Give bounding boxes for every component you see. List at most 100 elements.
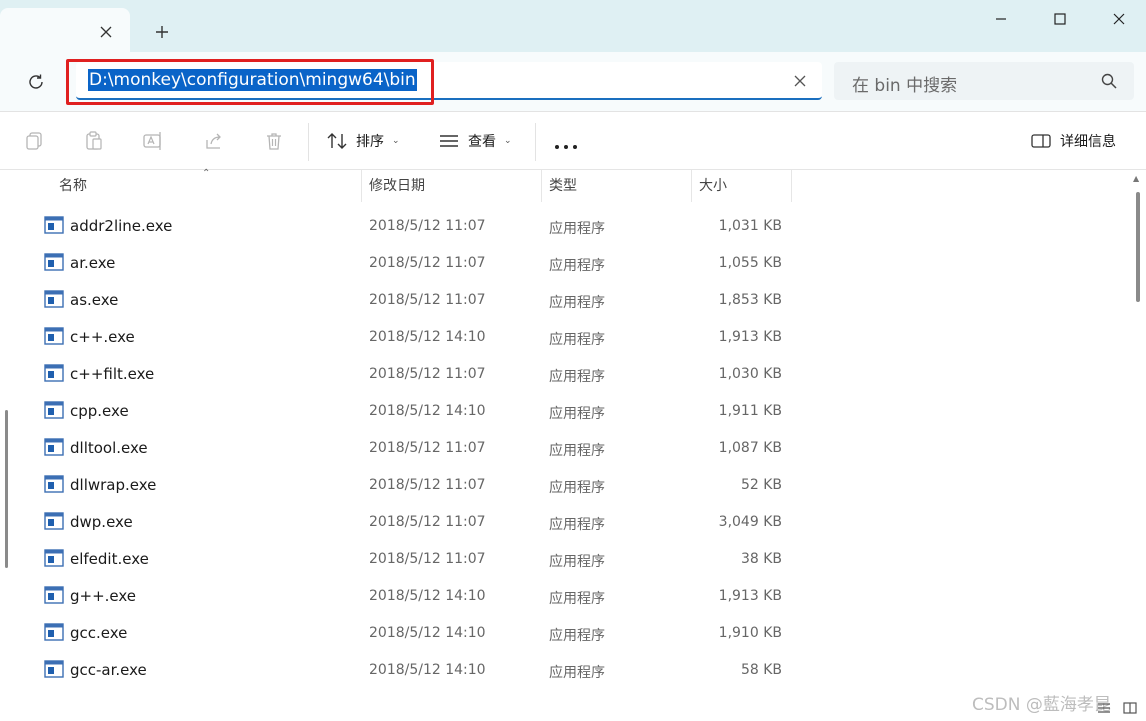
details-label: 详细信息 (1060, 134, 1116, 150)
navigation-pane-scrollbar[interactable] (5, 410, 8, 568)
file-modified-date: 2018/5/12 11:07 (369, 292, 486, 308)
search-box[interactable]: 在 bin 中搜索 (834, 62, 1134, 100)
file-row[interactable]: as.exe 2018/5/12 11:07 应用程序 1,853 KB (16, 282, 806, 319)
file-row[interactable]: c++filt.exe 2018/5/12 11:07 应用程序 1,030 KB (16, 356, 806, 393)
column-divider[interactable] (691, 170, 692, 202)
address-row: D:\monkey\configuration\mingw64\bin 在 bi… (0, 52, 1146, 112)
vertical-scrollbar-thumb[interactable] (1136, 192, 1140, 302)
file-type: 应用程序 (549, 480, 605, 496)
column-header-date[interactable]: 修改日期 (369, 170, 425, 202)
copy-icon[interactable] (22, 129, 46, 153)
file-row[interactable]: dllwrap.exe 2018/5/12 11:07 应用程序 52 KB (16, 467, 806, 504)
file-type: 应用程序 (549, 665, 605, 681)
file-list: ⌃ 名称 修改日期 类型 大小 addr2line.exe 2018/5/12 1… (16, 168, 1130, 694)
delete-icon[interactable] (262, 129, 286, 153)
file-size: 1,031 KB (718, 218, 782, 234)
file-name: gcc.exe (70, 624, 128, 642)
file-modified-date: 2018/5/12 11:07 (369, 218, 486, 234)
plus-icon[interactable] (150, 20, 174, 44)
application-file-icon (44, 549, 64, 567)
file-size: 1,913 KB (718, 588, 782, 604)
file-row[interactable]: gcc.exe 2018/5/12 14:10 应用程序 1,910 KB (16, 615, 806, 652)
file-size: 1,030 KB (718, 366, 782, 382)
more-icon (555, 145, 577, 149)
toolbar-divider (308, 123, 309, 161)
close-icon[interactable] (790, 71, 810, 91)
file-row[interactable]: c++.exe 2018/5/12 14:10 应用程序 1,913 KB (16, 319, 806, 356)
file-modified-date: 2018/5/12 14:10 (369, 625, 486, 641)
file-size: 1,087 KB (718, 440, 782, 456)
file-row[interactable]: cpp.exe 2018/5/12 14:10 应用程序 1,911 KB (16, 393, 806, 430)
close-icon[interactable] (94, 20, 118, 44)
file-type: 应用程序 (549, 554, 605, 570)
application-file-icon (44, 475, 64, 493)
application-file-icon (44, 401, 64, 419)
file-size: 38 KB (740, 551, 782, 567)
file-name: c++filt.exe (70, 365, 155, 383)
file-size: 1,055 KB (718, 255, 782, 271)
toolbar-divider (535, 123, 536, 161)
file-name: c++.exe (70, 328, 135, 346)
application-file-icon (44, 364, 64, 382)
column-divider[interactable] (361, 170, 362, 202)
application-file-icon (44, 327, 64, 345)
file-size: 1,853 KB (718, 292, 782, 308)
sort-button[interactable]: 排序 ⌄ (326, 127, 400, 155)
file-row[interactable]: gcc-ar.exe 2018/5/12 14:10 应用程序 58 KB (16, 652, 806, 689)
paste-icon[interactable] (82, 129, 106, 153)
details-view-icon[interactable] (1096, 700, 1112, 716)
file-modified-date: 2018/5/12 11:07 (369, 514, 486, 530)
file-row[interactable]: g++.exe 2018/5/12 14:10 应用程序 1,913 KB (16, 578, 806, 615)
share-icon[interactable] (202, 129, 226, 153)
rename-icon[interactable] (142, 129, 166, 153)
address-path[interactable]: D:\monkey\configuration\mingw64\bin (88, 69, 417, 91)
file-row[interactable]: ar.exe 2018/5/12 11:07 应用程序 1,055 KB (16, 245, 806, 282)
tiles-view-icon[interactable] (1122, 700, 1138, 716)
file-type: 应用程序 (549, 369, 605, 385)
search-input[interactable]: 在 bin 中搜索 (852, 71, 957, 96)
file-type: 应用程序 (549, 443, 605, 459)
minimize-icon[interactable] (986, 6, 1016, 32)
file-modified-date: 2018/5/12 11:07 (369, 477, 486, 493)
title-bar (0, 0, 1146, 52)
address-bar[interactable]: D:\monkey\configuration\mingw64\bin (76, 62, 822, 100)
application-file-icon (44, 253, 64, 271)
file-modified-date: 2018/5/12 14:10 (369, 588, 486, 604)
column-divider[interactable] (791, 170, 792, 202)
file-name: ar.exe (70, 254, 116, 272)
application-file-icon (44, 438, 64, 456)
file-type: 应用程序 (549, 221, 605, 237)
file-row[interactable]: addr2line.exe 2018/5/12 11:07 应用程序 1,031 KB (16, 208, 806, 245)
sort-ascending-icon: ⌃ (202, 168, 211, 179)
view-button[interactable]: 查看 ⌄ (438, 127, 512, 155)
file-name: as.exe (70, 291, 119, 309)
more-options-button[interactable] (554, 133, 578, 161)
file-name: addr2line.exe (70, 217, 173, 235)
scroll-up-arrow-icon[interactable]: ▲ (1133, 174, 1139, 183)
view-icon (440, 135, 458, 147)
file-row[interactable]: elfedit.exe 2018/5/12 11:07 应用程序 38 KB (16, 541, 806, 578)
file-name: dllwrap.exe (70, 476, 157, 494)
close-icon[interactable] (1104, 6, 1134, 32)
search-icon[interactable] (1100, 72, 1118, 90)
file-name: g++.exe (70, 587, 137, 605)
file-row[interactable]: dlltool.exe 2018/5/12 11:07 应用程序 1,087 KB (16, 430, 806, 467)
file-modified-date: 2018/5/12 11:07 (369, 551, 486, 567)
sort-icon (327, 133, 347, 149)
file-name: cpp.exe (70, 402, 129, 420)
explorer-tab[interactable] (0, 8, 130, 52)
column-header-name[interactable]: 名称 (59, 170, 87, 202)
column-header-size[interactable]: 大小 (699, 170, 727, 202)
application-file-icon (44, 660, 64, 678)
file-type: 应用程序 (549, 258, 605, 274)
column-header-type[interactable]: 类型 (549, 170, 577, 202)
file-row[interactable]: dwp.exe 2018/5/12 11:07 应用程序 3,049 KB (16, 504, 806, 541)
refresh-icon[interactable] (24, 70, 48, 94)
column-divider[interactable] (541, 170, 542, 202)
file-size: 3,049 KB (718, 514, 782, 530)
command-bar: 排序 ⌄ 查看 ⌄ 详细信息 (0, 113, 1146, 170)
watermark: CSDN @藍海孝昆 (972, 695, 1111, 715)
file-modified-date: 2018/5/12 14:10 (369, 662, 486, 678)
details-pane-button[interactable]: 详细信息 (1030, 127, 1116, 155)
maximize-icon[interactable] (1045, 6, 1075, 32)
